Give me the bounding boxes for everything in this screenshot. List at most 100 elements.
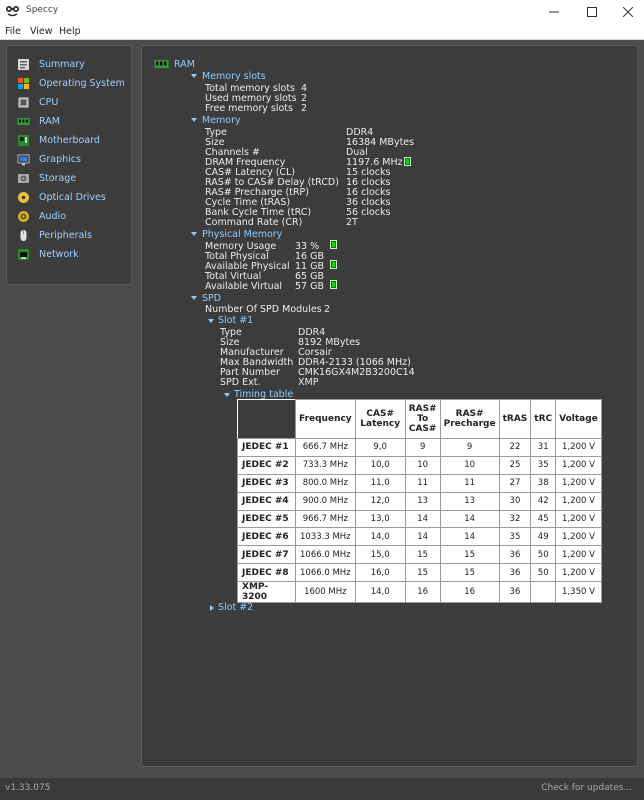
value-free-memory-slots: 2 [301, 103, 308, 114]
table-cell: 16 [404, 581, 441, 604]
menu-file[interactable]: File [5, 26, 21, 37]
minimize-button[interactable] [534, 0, 574, 23]
row-label: JEDEC #3 [237, 473, 296, 493]
group-memory[interactable]: Memory [202, 115, 241, 126]
table-cell: 1,350 V [555, 581, 602, 604]
collapse-caret-icon[interactable] [208, 319, 214, 323]
network-icon [18, 248, 29, 260]
column-header: tRC [530, 399, 557, 439]
sidebar-item-network[interactable]: Network [17, 246, 79, 262]
check-updates-link[interactable]: Check for updates... [541, 783, 632, 793]
table-cell: 36 [498, 563, 532, 583]
close-button[interactable] [608, 0, 644, 23]
expand-caret-icon[interactable] [210, 605, 214, 611]
sidebar-item-peripherals[interactable]: Peripherals [17, 227, 92, 243]
group-slot-2[interactable]: Slot #2 [218, 602, 253, 613]
table-cell: 36 [498, 545, 532, 565]
sidebar-item-label: Network [39, 248, 79, 260]
mouse-icon [20, 229, 27, 241]
sidebar-item-label: Motherboard [39, 134, 100, 146]
sidebar: Summary Operating System CPU RAM Motherb… [6, 45, 132, 285]
sidebar-item-optical-drives[interactable]: Optical Drives [17, 189, 106, 205]
sidebar-item-audio[interactable]: Audio [17, 208, 66, 224]
section-title-ram: RAM [174, 59, 195, 70]
collapse-caret-icon[interactable] [224, 393, 230, 397]
menu-view[interactable]: View [30, 26, 53, 37]
table-cell: 13 [439, 491, 500, 511]
sidebar-item-summary[interactable]: Summary [17, 56, 85, 72]
menu-help[interactable]: Help [59, 26, 81, 37]
value-available-virtual: 57 GB [295, 281, 324, 292]
version-label: v1.33.075 [5, 783, 51, 793]
table-cell: 1,200 V [555, 491, 602, 511]
row-label: JEDEC #1 [237, 438, 296, 457]
table-cell: 32 [498, 509, 532, 529]
table-cell: 1600 MHz [295, 581, 356, 604]
row-label: JEDEC #4 [237, 491, 296, 511]
table-cell: 12,0 [354, 491, 406, 511]
table-cell: 15 [404, 563, 441, 583]
collapse-caret-icon[interactable] [191, 118, 197, 122]
sidebar-item-ram[interactable]: RAM [17, 113, 60, 129]
sidebar-item-cpu[interactable]: CPU [17, 94, 58, 110]
group-slot-1[interactable]: Slot #1 [218, 315, 253, 326]
sidebar-item-label: Summary [39, 58, 85, 70]
sidebar-item-label: Audio [39, 210, 67, 222]
table-cell: 15 [439, 563, 500, 583]
table-cell: 1,200 V [555, 527, 602, 547]
audio-icon [18, 210, 29, 222]
table-cell: 800.0 MHz [295, 473, 356, 493]
ram-icon [17, 117, 30, 125]
table-cell: 10 [404, 455, 441, 475]
table-row: JEDEC #2 733.3 MHz 10,0 10 10 25 35 1,20… [237, 455, 602, 475]
table-cell: 1,200 V [555, 545, 602, 565]
table-row: JEDEC #7 1066.0 MHz 15,0 15 15 36 50 1,2… [237, 545, 602, 565]
sidebar-item-operating-system[interactable]: Operating System [17, 75, 125, 91]
maximize-icon [587, 6, 597, 17]
group-spd[interactable]: SPD [202, 293, 221, 304]
table-row: JEDEC #5 966.7 MHz 13,0 14 14 32 45 1,20… [237, 509, 602, 529]
table-cell: 900.0 MHz [295, 491, 356, 511]
sidebar-item-motherboard[interactable]: Motherboard [17, 132, 100, 148]
group-memory-slots[interactable]: Memory slots [202, 71, 266, 82]
collapse-caret-icon[interactable] [191, 232, 197, 236]
label-spd-ext: SPD Ext. [220, 377, 261, 388]
sidebar-item-storage[interactable]: Storage [17, 170, 76, 186]
column-header: RAS# To CAS# [404, 399, 441, 439]
table-cell [530, 581, 557, 604]
table-cell: 1,200 V [555, 563, 602, 583]
table-cell: 1066.0 MHz [295, 545, 356, 565]
table-cell: 14 [404, 527, 441, 547]
table-cell: 14 [439, 509, 500, 529]
minimize-icon [549, 11, 559, 12]
storage-icon [18, 173, 29, 183]
table-cell: 50 [530, 545, 557, 565]
table-cell: 1033.3 MHz [295, 527, 356, 547]
column-header: CAS# Latency [354, 399, 406, 439]
table-cell: 14,0 [354, 527, 406, 547]
indicator-icon [330, 280, 337, 289]
table-cell: 38 [530, 473, 557, 493]
table-cell: 1,200 V [555, 438, 602, 457]
row-label: JEDEC #5 [237, 509, 296, 529]
cpu-icon [18, 97, 29, 107]
collapse-caret-icon[interactable] [191, 74, 197, 78]
motherboard-icon [18, 134, 29, 146]
table-cell: 733.3 MHz [295, 455, 356, 475]
table-cell: 25 [498, 455, 532, 475]
status-bar: v1.33.075 Check for updates... [0, 778, 644, 800]
maximize-button[interactable] [572, 0, 612, 23]
collapse-caret-icon[interactable] [191, 296, 197, 300]
table-row: JEDEC #1 666.7 MHz 9,0 9 9 22 31 1,200 V [237, 438, 602, 457]
sidebar-item-label: CPU [39, 96, 59, 108]
timing-table: Frequency CAS# Latency RAS# To CAS# RAS# Pre… [237, 399, 602, 604]
table-row: JEDEC #8 1066.0 MHz 16,0 15 15 36 50 1,2… [237, 563, 602, 583]
table-cell: 35 [530, 455, 557, 475]
table-cell: 10,0 [354, 455, 406, 475]
ram-details-panel: RAM Memory slots Total memory slots 4 Us… [141, 45, 638, 767]
group-physical-memory[interactable]: Physical Memory [202, 229, 282, 240]
column-header: RAS# Precharge [439, 399, 500, 439]
graphics-icon [17, 154, 30, 165]
table-row: JEDEC #3 800.0 MHz 11,0 11 11 27 38 1,20… [237, 473, 602, 493]
sidebar-item-graphics[interactable]: Graphics [17, 151, 81, 167]
